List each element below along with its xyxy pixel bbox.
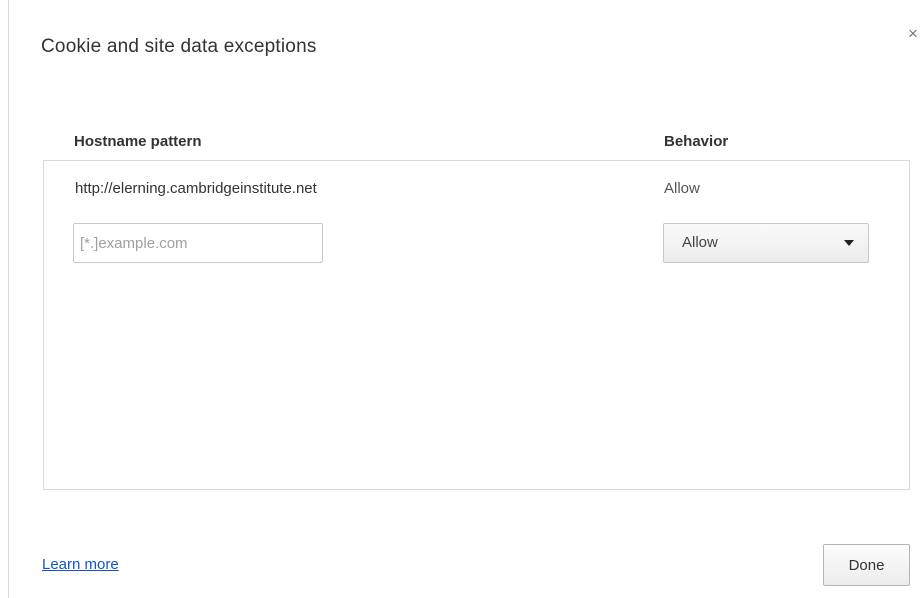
column-header-behavior: Behavior — [664, 133, 729, 150]
exceptions-list — [43, 160, 910, 490]
exception-row-hostname[interactable]: http://elerning.cambridgeinstitute.net — [75, 180, 317, 197]
done-button[interactable]: Done — [823, 544, 910, 586]
behavior-select[interactable]: Allow — [663, 223, 869, 263]
column-header-hostname: Hostname pattern — [74, 133, 202, 150]
dialog-title: Cookie and site data exceptions — [41, 36, 317, 57]
dropdown-arrow-icon — [844, 240, 854, 246]
cookie-exceptions-dialog: Cookie and site data exceptions × Hostna… — [0, 0, 922, 598]
learn-more-link[interactable]: Learn more — [42, 556, 119, 573]
exception-row-behavior: Allow — [664, 180, 700, 197]
close-icon[interactable]: × — [908, 24, 922, 44]
behavior-select-value: Allow — [682, 234, 718, 251]
left-divider — [8, 0, 9, 598]
hostname-pattern-input[interactable] — [73, 223, 323, 263]
